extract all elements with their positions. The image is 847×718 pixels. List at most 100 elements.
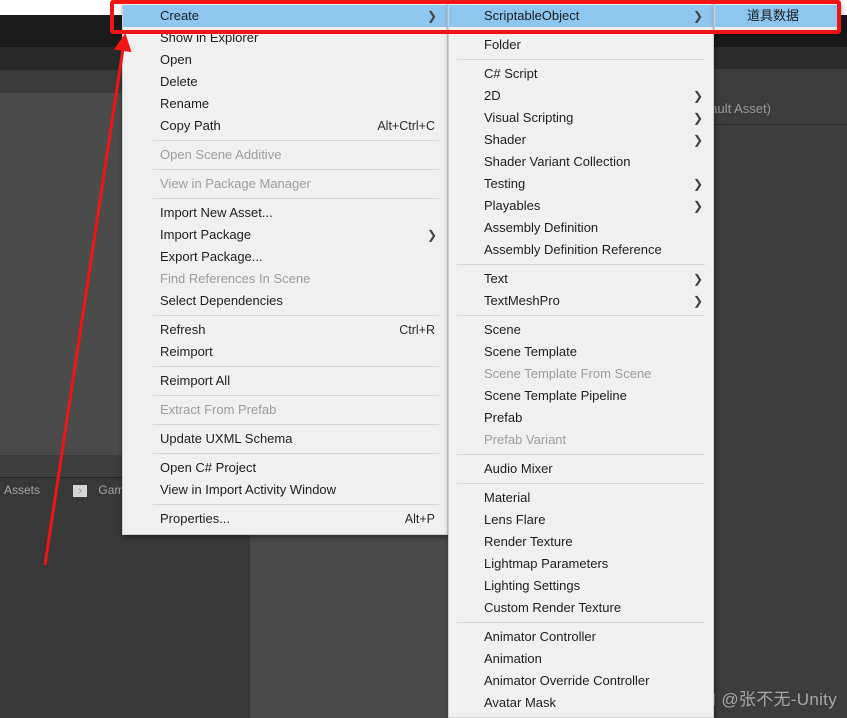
menu-item-export-package[interactable]: Export Package... (123, 246, 447, 268)
menu-item-label: Scene Template (484, 344, 577, 359)
menu-item-label: Animation (484, 651, 542, 666)
menu-item-refresh[interactable]: Refresh Ctrl+R (123, 319, 447, 341)
menu-item-import-package[interactable]: Import Package ❯ (123, 224, 447, 246)
menu-item-update-uxml-schema[interactable]: Update UXML Schema (123, 428, 447, 450)
menu-item-label: Rename (160, 96, 210, 111)
inspector-asset-field (713, 69, 847, 125)
menu-item-shortcut: Alt+Ctrl+C (377, 119, 435, 133)
menu-item-label: Open Scene Additive (160, 147, 282, 162)
menu-separator (153, 315, 439, 316)
menu-item-2d[interactable]: 2D ❯ (449, 85, 713, 107)
menu-item-lens-flare[interactable]: Lens Flare (449, 509, 713, 531)
menu-item-label: Animator Controller (484, 629, 596, 644)
menu-item-label: Create (160, 8, 200, 23)
menu-item-label: Audio Mixer (484, 461, 553, 476)
menu-item-scriptableobject[interactable]: ScriptableObject ❯ (449, 5, 713, 27)
menu-item-select-dependencies[interactable]: Select Dependencies (123, 290, 447, 312)
menu-item-create[interactable]: Create ❯ (123, 5, 447, 27)
menu-separator (153, 395, 439, 396)
menu-item-label: Copy Path (160, 118, 221, 133)
menu-item-open-c-project[interactable]: Open C# Project (123, 457, 447, 479)
inspector-tab-row[interactable] (713, 47, 847, 69)
menu-item-rename[interactable]: Rename (123, 93, 447, 115)
menu-item-view-in-import-activity-window[interactable]: View in Import Activity Window (123, 479, 447, 501)
menu-item-reimport-all[interactable]: Reimport All (123, 370, 447, 392)
menu-item-label: TextMeshPro (484, 293, 560, 308)
menu-item-label: Open C# Project (160, 460, 257, 475)
menu-item-label: Scene (484, 322, 521, 337)
menu-item-render-texture[interactable]: Render Texture (449, 531, 713, 553)
menu-item-label: Export Package... (160, 249, 263, 264)
breadcrumb-separator-icon: › (73, 485, 88, 497)
menu-item-prefab[interactable]: Prefab (449, 407, 713, 429)
menu-item-copy-path[interactable]: Copy Path Alt+Ctrl+C (123, 115, 447, 137)
menu-item-label: Scene Template Pipeline (484, 388, 627, 403)
menu-item-reimport[interactable]: Reimport (123, 341, 447, 363)
scriptableobject-submenu[interactable]: 道具数据 (714, 2, 840, 32)
menu-item-label: Reimport (160, 344, 213, 359)
menu-item-label: Assembly Definition (484, 220, 599, 235)
menu-item-playables[interactable]: Playables ❯ (449, 195, 713, 217)
menu-item-textmeshpro[interactable]: TextMeshPro ❯ (449, 290, 713, 312)
menu-separator (153, 198, 439, 199)
menu-item-shortcut: Alt+P (404, 512, 435, 526)
menu-item-label: 道具数据 (746, 8, 799, 23)
menu-item-open[interactable]: Open (123, 49, 447, 71)
chevron-right-icon: ❯ (426, 9, 437, 23)
breadcrumb-item-assets[interactable]: Assets (4, 483, 40, 497)
menu-item-visual-scripting[interactable]: Visual Scripting ❯ (449, 107, 713, 129)
menu-separator (153, 453, 439, 454)
create-submenu[interactable]: ScriptableObject ❯ Folder C# Script 2D ❯ Visua… (448, 2, 714, 718)
menu-item-shader-variant-collection[interactable]: Shader Variant Collection (449, 151, 713, 173)
menu-item-scene[interactable]: Scene (449, 319, 713, 341)
menu-item-properties[interactable]: Properties... Alt+P (123, 508, 447, 530)
menu-item-label: Visual Scripting (484, 110, 574, 125)
menu-item-folder[interactable]: Folder (449, 34, 713, 56)
menu-item-import-new-asset[interactable]: Import New Asset... (123, 202, 447, 224)
menu-item-find-references-in-scene: Find References In Scene (123, 268, 447, 290)
menu-item-delete[interactable]: Delete (123, 71, 447, 93)
inspector-panel (713, 15, 847, 718)
menu-item-animator-override-controller[interactable]: Animator Override Controller (449, 670, 713, 692)
menu-item-label: Prefab Variant (484, 432, 567, 447)
project-context-menu[interactable]: Create ❯ Show in Explorer Open Delete Rename C… (122, 2, 448, 535)
menu-item-label: Animator Override Controller (484, 673, 650, 688)
menu-item-scene-template[interactable]: Scene Template (449, 341, 713, 363)
chevron-right-icon: ❯ (692, 133, 703, 147)
menu-item-lightmap-parameters[interactable]: Lightmap Parameters (449, 553, 713, 575)
menu-item-extract-from-prefab: Extract From Prefab (123, 399, 447, 421)
menu-item-c-script[interactable]: C# Script (449, 63, 713, 85)
menu-item-label: Custom Render Texture (484, 600, 622, 615)
menu-item-label: View in Import Activity Window (160, 482, 337, 497)
menu-item-custom-render-texture[interactable]: Custom Render Texture (449, 597, 713, 619)
menu-item-audio-mixer[interactable]: Audio Mixer (449, 458, 713, 480)
menu-item-label: 2D (484, 88, 501, 103)
menu-item-animator-controller[interactable]: Animator Controller (449, 626, 713, 648)
menu-item-lighting-settings[interactable]: Lighting Settings (449, 575, 713, 597)
menu-item-label: View in Package Manager (160, 176, 311, 191)
menu-item-scene-template-pipeline[interactable]: Scene Template Pipeline (449, 385, 713, 407)
menu-separator (457, 315, 705, 316)
menu-item-animation[interactable]: Animation (449, 648, 713, 670)
menu-item-item[interactable]: 道具数据 (715, 5, 839, 27)
menu-item-label: Playables (484, 198, 541, 213)
menu-item-testing[interactable]: Testing ❯ (449, 173, 713, 195)
menu-item-avatar-mask[interactable]: Avatar Mask (449, 692, 713, 714)
menu-item-shader[interactable]: Shader ❯ (449, 129, 713, 151)
menu-item-assembly-definition[interactable]: Assembly Definition (449, 217, 713, 239)
menu-item-material[interactable]: Material (449, 487, 713, 509)
menu-item-text[interactable]: Text ❯ (449, 268, 713, 290)
menu-item-label: Prefab (484, 410, 523, 425)
unity-editor-screenshot: Assets › Game › Da Default Asset) CSDN @… (0, 0, 847, 718)
menu-item-label: Material (484, 490, 531, 505)
menu-separator (153, 424, 439, 425)
menu-item-label: ScriptableObject (484, 8, 580, 23)
menu-item-label: Delete (160, 74, 198, 89)
menu-item-show-in-explorer[interactable]: Show in Explorer (123, 27, 447, 49)
menu-item-view-in-package-manager: View in Package Manager (123, 173, 447, 195)
menu-item-assembly-definition-reference[interactable]: Assembly Definition Reference (449, 239, 713, 261)
inspector-body (713, 125, 847, 718)
menu-item-label: Select Dependencies (160, 293, 283, 308)
menu-item-label: Testing (484, 176, 526, 191)
menu-item-label: Render Texture (484, 534, 573, 549)
